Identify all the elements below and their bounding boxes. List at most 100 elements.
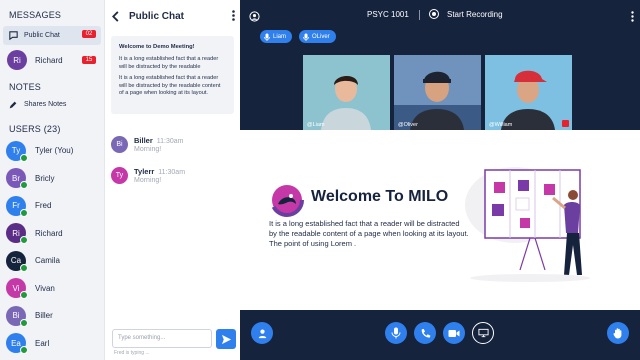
sidebar-item-richard-dm[interactable]: Ri Richard 15 xyxy=(3,47,101,73)
public-chat-label: Public Chat xyxy=(24,32,60,39)
video-tile[interactable]: @William xyxy=(485,55,572,130)
participant-name: @William xyxy=(489,122,513,128)
participant-video xyxy=(485,55,572,130)
user-list-item[interactable]: Ty Tyler (You) xyxy=(0,137,104,165)
divider xyxy=(419,10,420,20)
user-list-item[interactable]: Ca Camila xyxy=(0,247,104,275)
chat-bubble-icon xyxy=(7,30,19,42)
start-recording-button[interactable]: Start Recording xyxy=(429,9,503,19)
avatar: Ri xyxy=(7,50,27,70)
avatar: Br xyxy=(6,168,28,190)
phone-button[interactable] xyxy=(414,322,436,344)
phone-icon xyxy=(421,328,430,338)
muted-icon xyxy=(562,120,569,127)
chat-input[interactable]: Type something... xyxy=(112,329,212,348)
avatar: Ty xyxy=(111,167,128,184)
microphone-icon xyxy=(391,327,401,339)
online-status-icon xyxy=(20,263,28,272)
message-text: Morning! xyxy=(134,177,162,184)
message-text: Morning! xyxy=(134,146,162,153)
presentation-illustration xyxy=(465,167,590,282)
avatar: Ty xyxy=(6,140,28,162)
sidebar: MESSAGES Public Chat 02 Ri Richard 15 NO… xyxy=(0,0,104,360)
avatar: Fr xyxy=(6,195,28,217)
participant-video xyxy=(303,55,390,130)
user-list-item[interactable]: Br Bricly xyxy=(0,165,104,193)
microphone-icon xyxy=(303,33,309,41)
chat-panel: Public Chat Welcome to Demo Meeting! It … xyxy=(104,0,240,360)
avatar: Ri xyxy=(6,223,28,245)
presentation-text: It is a long established fact that a rea… xyxy=(269,219,469,248)
presentation-title: Welcome To MILO xyxy=(311,188,449,205)
user-name: Camila xyxy=(35,256,60,266)
user-add-icon xyxy=(258,329,266,338)
participant-video xyxy=(394,55,481,130)
online-status-icon xyxy=(20,318,28,327)
video-tile[interactable]: @Liam xyxy=(303,55,390,130)
message-author: Biller xyxy=(134,136,153,145)
avatar: Ea xyxy=(6,333,28,355)
user-circle-icon[interactable] xyxy=(249,9,260,27)
raise-hand-button[interactable] xyxy=(607,322,629,344)
message-time: 11:30am xyxy=(156,138,184,145)
user-list-item[interactable]: Bi Biller xyxy=(0,302,104,330)
controls-bar xyxy=(240,310,640,360)
welcome-paragraph: It is a long established fact that a rea… xyxy=(119,75,221,97)
online-status-icon xyxy=(20,291,28,300)
chat-message: Bi Biller 11:30am Morning! xyxy=(111,136,240,153)
user-list-item[interactable]: Ri Richard xyxy=(0,220,104,248)
typing-indicator: Fred is typing ... xyxy=(114,350,150,356)
video-tile[interactable]: @Oliver xyxy=(394,55,481,130)
meeting-area: PSYC 1001 Start Recording Liam OLiver @L… xyxy=(240,0,640,360)
user-name: Tyler (You) xyxy=(35,146,74,156)
user-list-item[interactable]: Fr Fred xyxy=(0,192,104,220)
pencil-icon xyxy=(7,99,19,111)
chat-message: Ty Tylerr 11:30am Morning! xyxy=(111,167,240,184)
more-vertical-icon[interactable] xyxy=(631,9,634,27)
speaker-name: Liam xyxy=(273,33,287,40)
richard-dm-label: Richard xyxy=(35,55,63,65)
speaker-name: OLiver xyxy=(312,33,330,40)
message-author: Tylerr xyxy=(134,167,155,176)
messages-title: MESSAGES xyxy=(9,10,62,20)
milo-logo xyxy=(270,183,304,217)
user-name: Richard xyxy=(35,228,63,238)
send-icon xyxy=(221,334,231,344)
sidebar-item-shared-notes[interactable]: Shares Notes xyxy=(3,95,101,114)
user-name: Biller xyxy=(35,311,53,321)
online-status-icon xyxy=(20,153,28,162)
notes-title: NOTES xyxy=(9,82,42,92)
screen-share-icon xyxy=(477,328,489,338)
avatar: Bi xyxy=(111,136,128,153)
send-button[interactable] xyxy=(216,329,236,349)
message-time: 11:30am xyxy=(158,169,186,176)
online-status-icon xyxy=(20,346,28,355)
users-title: USERS (23) xyxy=(9,124,61,134)
online-status-icon xyxy=(20,181,28,190)
avatar: Bi xyxy=(6,305,28,327)
participant-name: @Liam xyxy=(307,122,325,128)
back-arrow-icon[interactable] xyxy=(109,9,123,23)
room-title: PSYC 1001 xyxy=(367,10,409,19)
user-name: Bricly xyxy=(35,173,55,183)
chat-title: Public Chat xyxy=(129,10,185,22)
welcome-message: Welcome to Demo Meeting! It is a long es… xyxy=(111,36,234,114)
welcome-title: Welcome to Demo Meeting! xyxy=(119,44,195,50)
camera-button[interactable] xyxy=(443,322,465,344)
speaker-chip[interactable]: OLiver xyxy=(299,30,336,43)
welcome-paragraph: It is a long established fact that a rea… xyxy=(119,56,219,70)
app: MESSAGES Public Chat 02 Ri Richard 15 NO… xyxy=(0,0,640,360)
user-list-item[interactable]: Ea Earl xyxy=(0,330,104,358)
user-list-item[interactable]: Vi Vivan xyxy=(0,275,104,303)
record-icon xyxy=(429,9,439,19)
user-name: Fred xyxy=(35,201,52,211)
microphone-button[interactable] xyxy=(385,322,407,344)
speaker-chip[interactable]: Liam xyxy=(260,30,293,43)
more-vertical-icon[interactable] xyxy=(232,10,235,24)
hand-icon xyxy=(613,328,622,339)
screen-share-button[interactable] xyxy=(472,322,494,344)
sidebar-item-public-chat[interactable]: Public Chat 02 xyxy=(3,26,101,45)
presentation-stage: Welcome To MILO It is a long established… xyxy=(240,130,640,310)
online-status-icon xyxy=(20,236,28,245)
participants-button[interactable] xyxy=(251,322,273,344)
